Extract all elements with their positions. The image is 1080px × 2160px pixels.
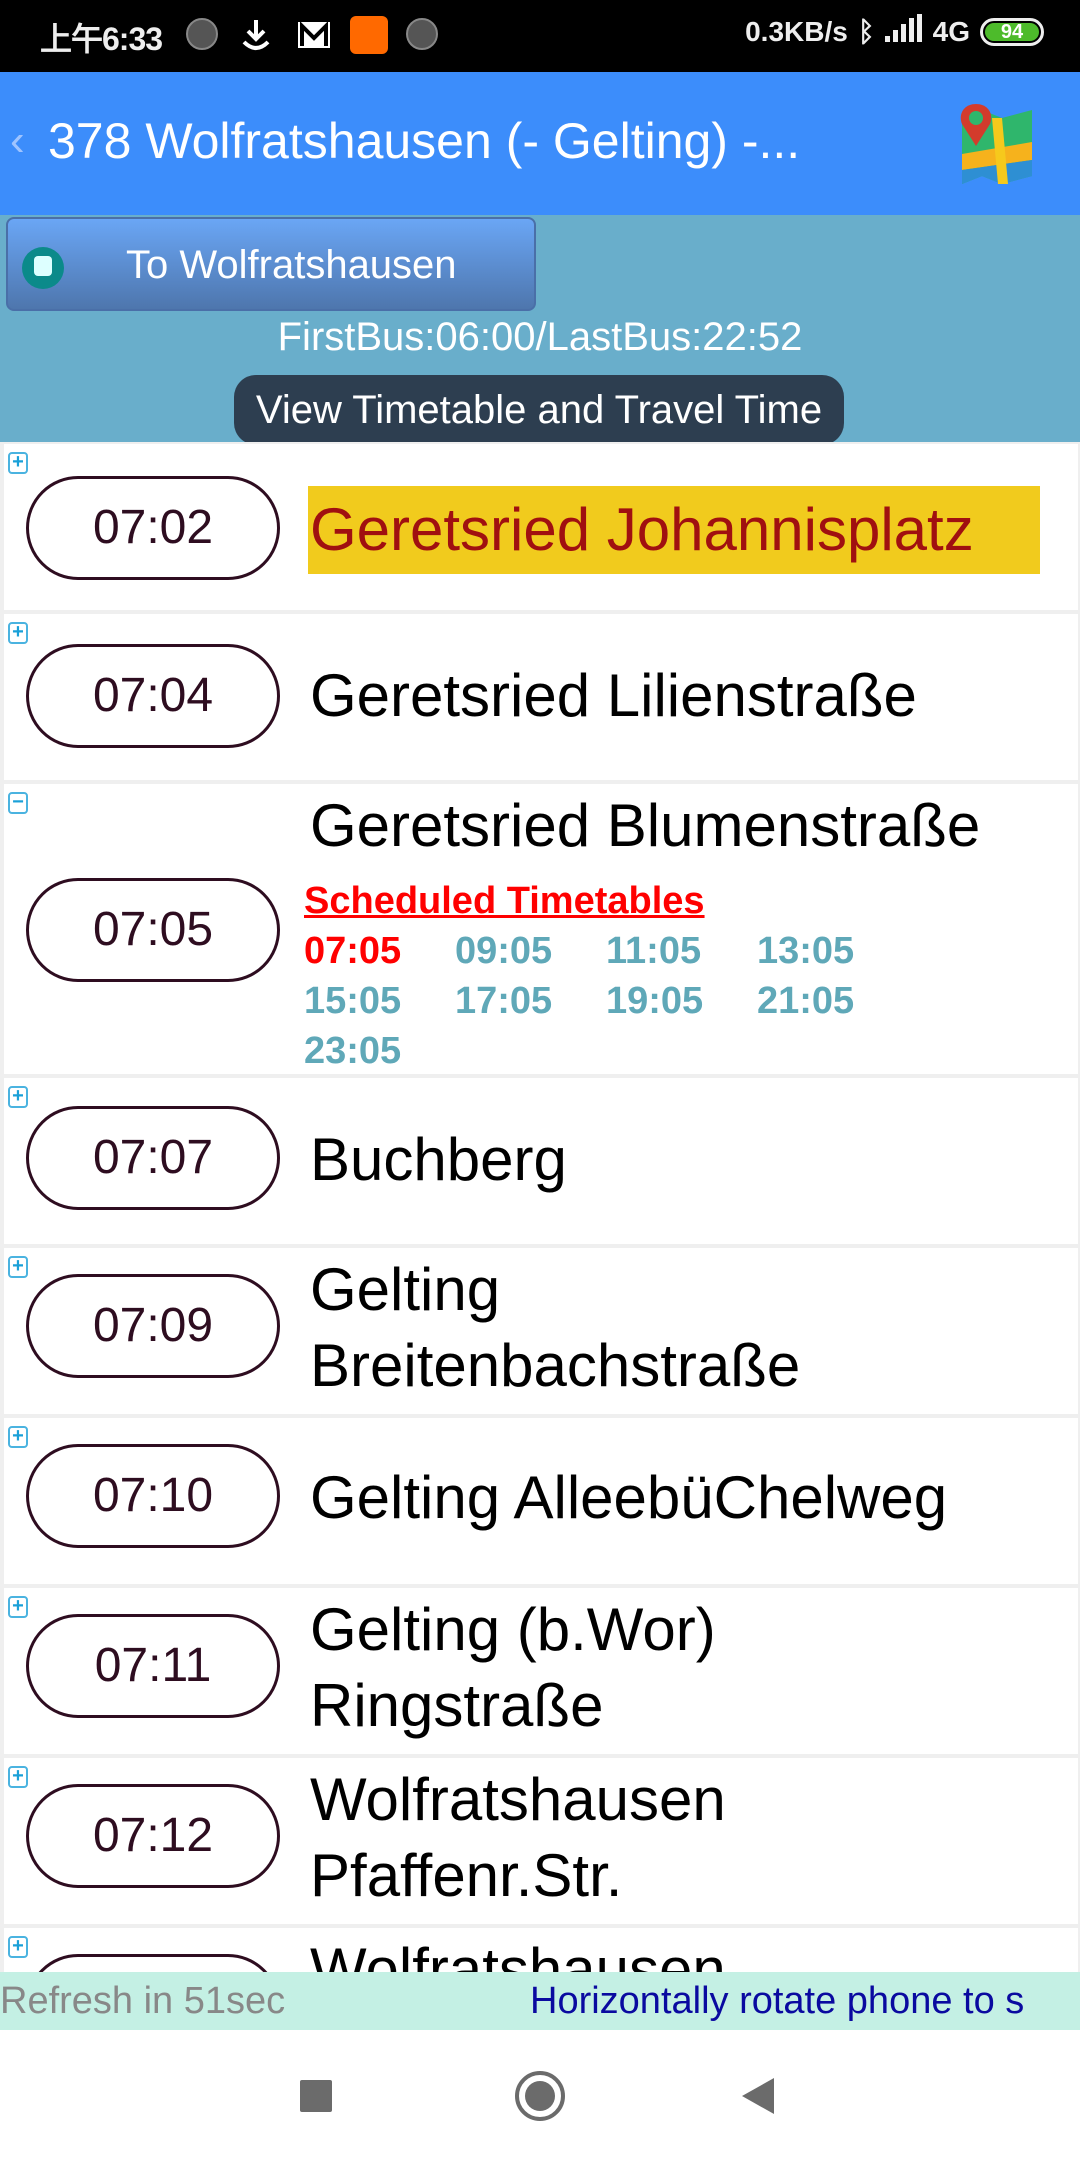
stop-row[interactable]: + 07:04 Geretsried Lilienstraße — [4, 614, 1078, 780]
stop-row[interactable]: + 07:02 Geretsried Johannisplatz — [4, 444, 1078, 610]
stop-list[interactable]: + 07:02 Geretsried Johannisplatz + 07:04… — [0, 442, 1080, 1972]
scheduled-timetables-link[interactable]: Scheduled Timetables — [304, 880, 705, 923]
expand-icon[interactable]: + — [8, 1086, 28, 1108]
gmail-icon — [298, 21, 330, 48]
footer-bar: Refresh in 51sec Horizontally rotate pho… — [0, 1972, 1080, 2030]
schedule-time: 21:05 — [757, 980, 855, 1022]
recents-icon[interactable] — [300, 2080, 332, 2112]
schedule-grid: 07:05 09:05 11:05 13:05 15:05 17:05 19:0… — [304, 928, 904, 1074]
home-icon[interactable] — [515, 2071, 565, 2121]
arrival-time: 07:10 — [26, 1444, 280, 1548]
stop-name-current: Geretsried Johannisplatz — [308, 486, 1040, 574]
network-speed: 0.3KB/s — [745, 15, 848, 47]
rotate-hint-marquee: Horizontally rotate phone to s — [530, 1980, 1025, 2022]
arrival-time: 07:04 — [26, 644, 280, 748]
refresh-countdown: Refresh in 51sec — [0, 1980, 286, 2022]
battery-level: 94 — [985, 22, 1039, 42]
arrival-time: 07:11 — [26, 1614, 280, 1718]
schedule-time: 11:05 — [606, 930, 702, 972]
arrival-time: 07:05 — [26, 878, 280, 982]
route-title: 378 Wolfratshausen (- Gelting) -... — [48, 113, 801, 169]
stop-row[interactable]: + 07:10 Gelting AlleebüChelweg — [4, 1418, 1078, 1584]
stop-row[interactable]: + 07:07 Buchberg — [4, 1078, 1078, 1244]
schedule-time: 13:05 — [757, 930, 855, 972]
status-right: 0.3KB/s ᛒ 4G 94 — [745, 14, 1044, 49]
expand-icon[interactable]: + — [8, 622, 28, 644]
route-controls: To Wolfratshausen FirstBus:06:00/LastBus… — [0, 215, 1080, 445]
system-nav-bar — [0, 2030, 1080, 2160]
battery-icon: 94 — [980, 17, 1044, 46]
expand-icon[interactable]: + — [8, 1426, 28, 1448]
stop-name-line2: Breitenbachstraße — [310, 1332, 801, 1399]
arrival-time: 07:12 — [26, 1784, 280, 1888]
stop-name-line2: Ringstraße — [310, 1672, 604, 1739]
expand-icon[interactable]: + — [8, 452, 28, 474]
schedule-time: 09:05 — [455, 930, 553, 972]
schedule-time: 23:05 — [304, 1030, 402, 1072]
first-last-bus: FirstBus:06:00/LastBus:22:52 — [277, 315, 803, 359]
loading-icon — [406, 18, 438, 50]
stop-name-line1: Gelting (b.Wor) — [310, 1596, 716, 1663]
expand-icon[interactable]: + — [8, 1766, 28, 1788]
stop-row[interactable]: + 07:09 Gelting Breitenbachstraße — [4, 1248, 1078, 1414]
bus-icon — [22, 247, 64, 289]
view-timetable-button[interactable]: View Timetable and Travel Time — [234, 375, 844, 445]
stop-name: Buchberg — [310, 1126, 567, 1193]
download-icon — [240, 18, 272, 52]
stop-name-line1: Wolfratshausen — [310, 1766, 726, 1833]
stop-name-line2: Pfaffenr.Str. — [310, 1842, 623, 1909]
schedule-time-active: 07:05 — [304, 930, 402, 972]
app-header: ‹ 378 Wolfratshausen (- Gelting) -... — [0, 72, 1080, 215]
stop-row[interactable]: + Wolfratshausen — [4, 1928, 1078, 1972]
expand-icon[interactable]: + — [8, 1596, 28, 1618]
expand-icon[interactable]: + — [8, 1936, 28, 1958]
stop-row[interactable]: + 07:12 Wolfratshausen Pfaffenr.Str. — [4, 1758, 1078, 1924]
arrival-time: 07:09 — [26, 1274, 280, 1378]
collapse-icon[interactable]: − — [8, 792, 28, 814]
status-bar: 上午6:33 0.3KB/s ᛒ 4G 94 — [0, 0, 1080, 72]
stop-name: Geretsried Lilienstraße — [310, 662, 917, 729]
stop-name: Wolfratshausen — [310, 1936, 726, 1972]
stop-row-expanded[interactable]: − 07:05 Geretsried Blumenstraße Schedule… — [4, 784, 1078, 1074]
arrival-time: 07:07 — [26, 1106, 280, 1210]
expand-icon[interactable]: + — [8, 1256, 28, 1278]
schedule-time: 15:05 — [304, 980, 402, 1022]
direction-label: To Wolfratshausen — [126, 243, 457, 287]
loading-icon — [186, 18, 218, 50]
stop-name: Geretsried Blumenstraße — [310, 792, 981, 859]
signal-icon — [884, 14, 923, 49]
bluetooth-icon: ᛒ — [857, 15, 875, 47]
back-icon[interactable] — [742, 2078, 774, 2114]
status-time: 上午6:33 — [40, 21, 163, 57]
arrival-time — [26, 1954, 280, 1972]
stop-row[interactable]: + 07:11 Gelting (b.Wor) Ringstraße — [4, 1588, 1078, 1754]
network-type: 4G — [932, 15, 970, 47]
back-chevron-icon[interactable]: ‹ — [10, 116, 25, 166]
schedule-time: 19:05 — [606, 980, 704, 1022]
stop-name: Gelting AlleebüChelweg — [310, 1464, 948, 1531]
stop-name-line1: Gelting — [310, 1256, 501, 1323]
schedule-time: 17:05 — [455, 980, 553, 1022]
arrival-time: 07:02 — [26, 476, 280, 580]
direction-button[interactable]: To Wolfratshausen — [6, 217, 536, 311]
map-icon[interactable] — [952, 98, 1042, 188]
mi-icon — [350, 16, 388, 54]
